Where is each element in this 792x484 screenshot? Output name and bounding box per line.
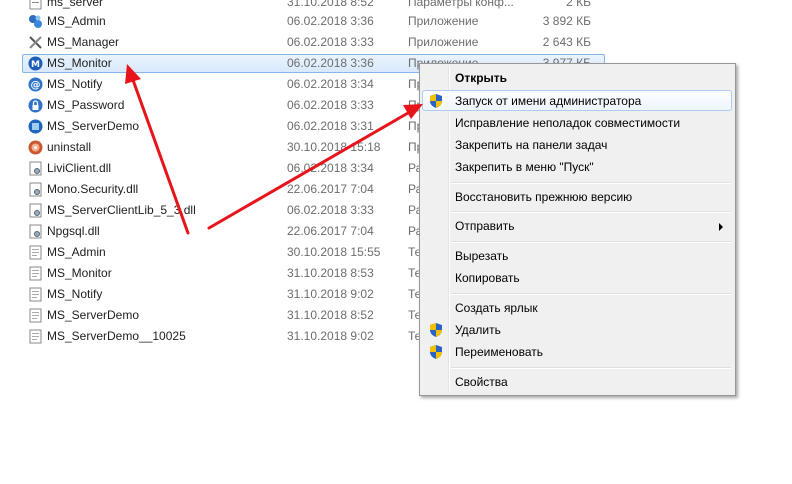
file-type: Параметры конф... <box>408 0 514 9</box>
menu-separator <box>451 182 731 184</box>
config-file-icon <box>29 0 42 10</box>
svg-text:M: M <box>31 60 40 70</box>
dll-file-icon <box>29 224 42 239</box>
file-name: Mono.Security.dll <box>47 182 139 196</box>
file-date: 31.10.2018 8:52 <box>287 308 374 322</box>
text-file-icon <box>29 245 42 260</box>
admin-app-icon <box>29 15 42 28</box>
file-date: 06.02.2018 3:33 <box>287 35 374 49</box>
file-date: 31.10.2018 8:52 <box>287 0 374 9</box>
menu-item-pin-start[interactable]: Закрепить в меню "Пуск" <box>422 156 733 178</box>
svg-text:@: @ <box>31 80 41 91</box>
menu-item-troubleshoot[interactable]: Исправление неполадок совместимости <box>422 112 733 134</box>
file-date: 22.06.2017 7:04 <box>287 182 374 196</box>
file-name: MS_Monitor <box>47 266 112 280</box>
file-date: 06.02.2018 3:31 <box>287 119 374 133</box>
uac-shield-icon <box>430 345 442 359</box>
menu-item-cut[interactable]: Вырезать <box>422 245 733 267</box>
file-name: MS_Notify <box>47 77 103 91</box>
menu-item-label: Восстановить прежнюю версию <box>455 190 633 204</box>
menu-item-copy[interactable]: Копировать <box>422 267 733 289</box>
text-file-icon <box>29 329 42 344</box>
menu-item-restore[interactable]: Восстановить прежнюю версию <box>422 186 733 208</box>
file-date: 06.02.2018 3:36 <box>287 14 374 28</box>
menu-item-open[interactable]: Открыть <box>422 67 733 89</box>
menu-item-send-to[interactable]: Отправить <box>422 215 733 237</box>
menu-item-label: Удалить <box>455 323 501 337</box>
menu-item-label: Вырезать <box>455 249 509 263</box>
menu-item-label: Запуск от имени администратора <box>455 94 642 108</box>
file-size: 2 КБ <box>566 0 591 9</box>
submenu-arrow-icon <box>719 223 723 231</box>
file-name: LiviClient.dll <box>47 161 112 175</box>
text-file-icon <box>29 308 42 323</box>
file-name: ms_server <box>47 0 104 9</box>
menu-separator <box>451 241 731 243</box>
monitor-app-icon: M <box>28 56 43 71</box>
menu-item-label: Отправить <box>455 219 515 233</box>
uac-shield-icon <box>430 94 442 108</box>
context-menu: Открыть Запуск от имени администратора И… <box>419 63 736 396</box>
menu-item-label: Исправление неполадок совместимости <box>455 116 681 130</box>
menu-item-label: Переименовать <box>455 345 543 359</box>
text-file-icon <box>29 266 42 281</box>
menu-item-run-as-admin[interactable]: Запуск от имени администратора <box>422 90 733 112</box>
file-type: Приложение <box>408 14 479 28</box>
menu-item-rename[interactable]: Переименовать <box>422 341 733 363</box>
menu-item-label: Создать ярлык <box>455 301 538 315</box>
file-name: MS_ServerDemo <box>47 308 140 322</box>
file-name: MS_ServerClientLib_5_3.dll <box>47 203 196 217</box>
file-date: 06.02.2018 3:33 <box>287 98 374 112</box>
file-size: 3 892 КБ <box>542 14 591 28</box>
file-date: 30.10.2018 15:55 <box>287 245 381 259</box>
file-date: 06.02.2018 3:36 <box>287 56 374 70</box>
file-date: 30.10.2018 15:18 <box>287 140 381 154</box>
at-sign-app-icon: @ <box>28 77 43 92</box>
uac-shield-icon <box>430 323 442 337</box>
menu-item-properties[interactable]: Свойства <box>422 371 733 393</box>
file-name: MS_Admin <box>47 14 106 28</box>
file-type: Приложение <box>408 35 479 49</box>
lock-app-icon <box>28 98 43 113</box>
menu-separator <box>451 367 731 369</box>
file-name: Npgsql.dll <box>47 224 100 238</box>
menu-item-delete[interactable]: Удалить <box>422 319 733 341</box>
file-name: MS_ServerDemo__10025 <box>47 329 186 343</box>
dll-file-icon <box>29 203 42 218</box>
file-date: 22.06.2017 7:04 <box>287 224 374 238</box>
file-name: MS_Notify <box>47 287 103 301</box>
file-size: 2 643 КБ <box>542 35 591 49</box>
server-app-icon <box>28 119 43 134</box>
menu-item-label: Закрепить в меню "Пуск" <box>455 160 594 174</box>
text-file-icon <box>29 287 42 302</box>
file-date: 31.10.2018 9:02 <box>287 287 374 301</box>
file-date: 31.10.2018 8:53 <box>287 266 374 280</box>
dll-file-icon <box>29 182 42 197</box>
file-date: 06.02.2018 3:33 <box>287 203 374 217</box>
menu-item-pin-taskbar[interactable]: Закрепить на панели задач <box>422 134 733 156</box>
menu-item-label: Свойства <box>455 375 508 389</box>
menu-separator <box>451 211 731 213</box>
file-name: MS_Admin <box>47 245 106 259</box>
menu-item-create-shortcut[interactable]: Создать ярлык <box>422 297 733 319</box>
menu-separator <box>451 293 731 295</box>
dll-file-icon <box>29 161 42 176</box>
menu-item-label: Открыть <box>455 71 508 85</box>
file-row[interactable]: MS_Manager 06.02.2018 3:33 Приложение 2 … <box>0 32 620 53</box>
tools-app-icon <box>29 36 42 49</box>
file-name: MS_Monitor <box>47 56 112 70</box>
menu-item-label: Копировать <box>455 271 520 285</box>
file-name: MS_Manager <box>47 35 120 49</box>
file-date: 06.02.2018 3:34 <box>287 77 374 91</box>
file-date: 31.10.2018 9:02 <box>287 329 374 343</box>
file-row[interactable]: MS_Admin 06.02.2018 3:36 Приложение 3 89… <box>0 11 620 32</box>
file-name: MS_ServerDemo <box>47 119 140 133</box>
menu-item-label: Закрепить на панели задач <box>455 138 608 152</box>
file-name: uninstall <box>47 140 92 154</box>
file-date: 06.02.2018 3:34 <box>287 161 374 175</box>
file-name: MS_Password <box>47 98 125 112</box>
uninstall-icon <box>28 140 43 155</box>
